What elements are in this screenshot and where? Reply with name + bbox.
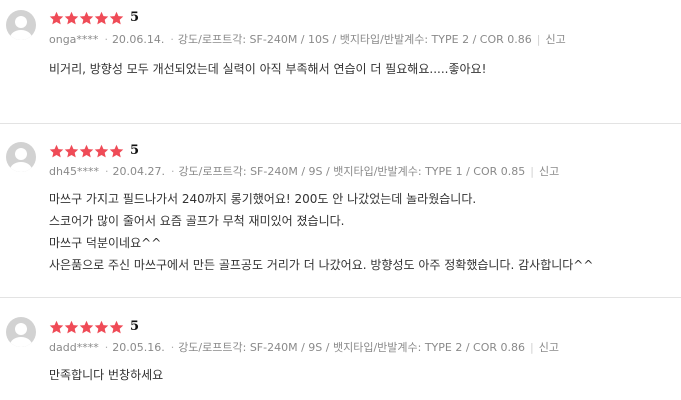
- star-rating: [49, 320, 124, 335]
- review-text-line: 사은품으로 주신 마쓰구에서 만든 골프공도 거리가 더 나갔어요. 방향성도 …: [49, 258, 594, 272]
- meta-dot-separator: ·: [170, 164, 175, 178]
- rating: 5: [49, 143, 139, 159]
- star-icon: [49, 144, 64, 159]
- reviewer-id: dadd****: [49, 340, 99, 354]
- review-body: 만족합니다 번창하세요: [49, 364, 671, 386]
- review-meta: dadd**** · 20.05.16. · 강도/로프트각: SF-240M …: [49, 339, 559, 355]
- review-body: 마쓰구 가지고 필드나가서 240까지 롱기했어요! 200도 안 나갔었는데 …: [49, 188, 671, 276]
- review-date: 20.05.16.: [112, 340, 165, 354]
- review-body: 비거리, 방향성 모두 개선되었는데 실력이 아직 부족해서 연습이 더 필요해…: [49, 58, 671, 80]
- meta-bar-separator: |: [530, 340, 534, 354]
- review-text-line: 마쓰구 가지고 필드나가서 240까지 롱기했어요! 200도 안 나갔었는데 …: [49, 192, 477, 206]
- rating-score: 5: [130, 10, 140, 25]
- product-options: 강도/로프트각: SF-240M / 10S / 뱃지타입/반발계수: TYPE…: [177, 33, 532, 46]
- star-icon: [79, 320, 94, 335]
- report-link[interactable]: 신고: [539, 163, 559, 179]
- meta-bar-separator: |: [530, 164, 534, 178]
- product-options: 강도/로프트각: SF-240M / 9S / 뱃지타입/반발계수: TYPE …: [178, 165, 526, 178]
- star-icon: [64, 11, 79, 26]
- rating-score: 5: [130, 143, 140, 158]
- star-rating: [49, 11, 124, 26]
- star-icon: [49, 320, 64, 335]
- meta-dot-separator: ·: [170, 340, 175, 354]
- review-text-line: 스코어가 많이 줄어서 요즘 골프가 무척 재미있어 졌습니다.: [49, 214, 345, 228]
- user-silhouette-icon: [10, 323, 32, 347]
- star-icon: [94, 144, 109, 159]
- review-date: 20.04.27.: [112, 164, 165, 178]
- review-meta: dh45**** · 20.04.27. · 강도/로프트각: SF-240M …: [49, 163, 559, 179]
- review-meta: onga**** · 20.06.14. · 강도/로프트각: SF-240M …: [49, 31, 566, 47]
- star-icon: [109, 320, 124, 335]
- star-icon: [94, 11, 109, 26]
- meta-dot-separator: ·: [104, 340, 109, 354]
- rating-score: 5: [130, 319, 140, 334]
- star-icon: [64, 144, 79, 159]
- review-list: 5 onga**** · 20.06.14. · 강도/로프트각: SF-240…: [0, 0, 681, 400]
- star-icon: [109, 144, 124, 159]
- avatar: [6, 317, 36, 347]
- reviewer-id: dh45****: [49, 164, 99, 178]
- star-icon: [94, 320, 109, 335]
- star-icon: [79, 144, 94, 159]
- review-item: 5 dadd**** · 20.05.16. · 강도/로프트각: SF-240…: [0, 297, 681, 400]
- rating: 5: [49, 319, 139, 335]
- product-options: 강도/로프트각: SF-240M / 9S / 뱃지타입/반발계수: TYPE …: [178, 341, 526, 354]
- star-icon: [79, 11, 94, 26]
- meta-bar-separator: |: [536, 32, 541, 46]
- user-silhouette-icon: [10, 16, 32, 40]
- star-icon: [64, 320, 79, 335]
- review-item: 5 onga**** · 20.06.14. · 강도/로프트각: SF-240…: [0, 0, 681, 123]
- avatar: [6, 10, 36, 40]
- meta-dot-separator: ·: [170, 32, 174, 46]
- rating: 5: [49, 10, 139, 26]
- report-link[interactable]: 신고: [539, 339, 559, 355]
- reviewer-id: onga****: [49, 32, 99, 46]
- meta-dot-separator: ·: [104, 164, 109, 178]
- review-item: 5 dh45**** · 20.04.27. · 강도/로프트각: SF-240…: [0, 123, 681, 297]
- star-icon: [109, 11, 124, 26]
- review-text-line: 만족합니다 번창하세요: [49, 368, 164, 382]
- user-silhouette-icon: [10, 148, 32, 172]
- review-date: 20.06.14.: [111, 32, 165, 46]
- avatar: [6, 142, 36, 172]
- meta-dot-separator: ·: [104, 32, 108, 46]
- star-rating: [49, 144, 124, 159]
- star-icon: [49, 11, 64, 26]
- review-text-line: 비거리, 방향성 모두 개선되었는데 실력이 아직 부족해서 연습이 더 필요해…: [49, 62, 487, 76]
- review-text-line: 마쓰구 덕분이네요^^: [49, 236, 162, 250]
- report-link[interactable]: 신고: [545, 31, 565, 47]
